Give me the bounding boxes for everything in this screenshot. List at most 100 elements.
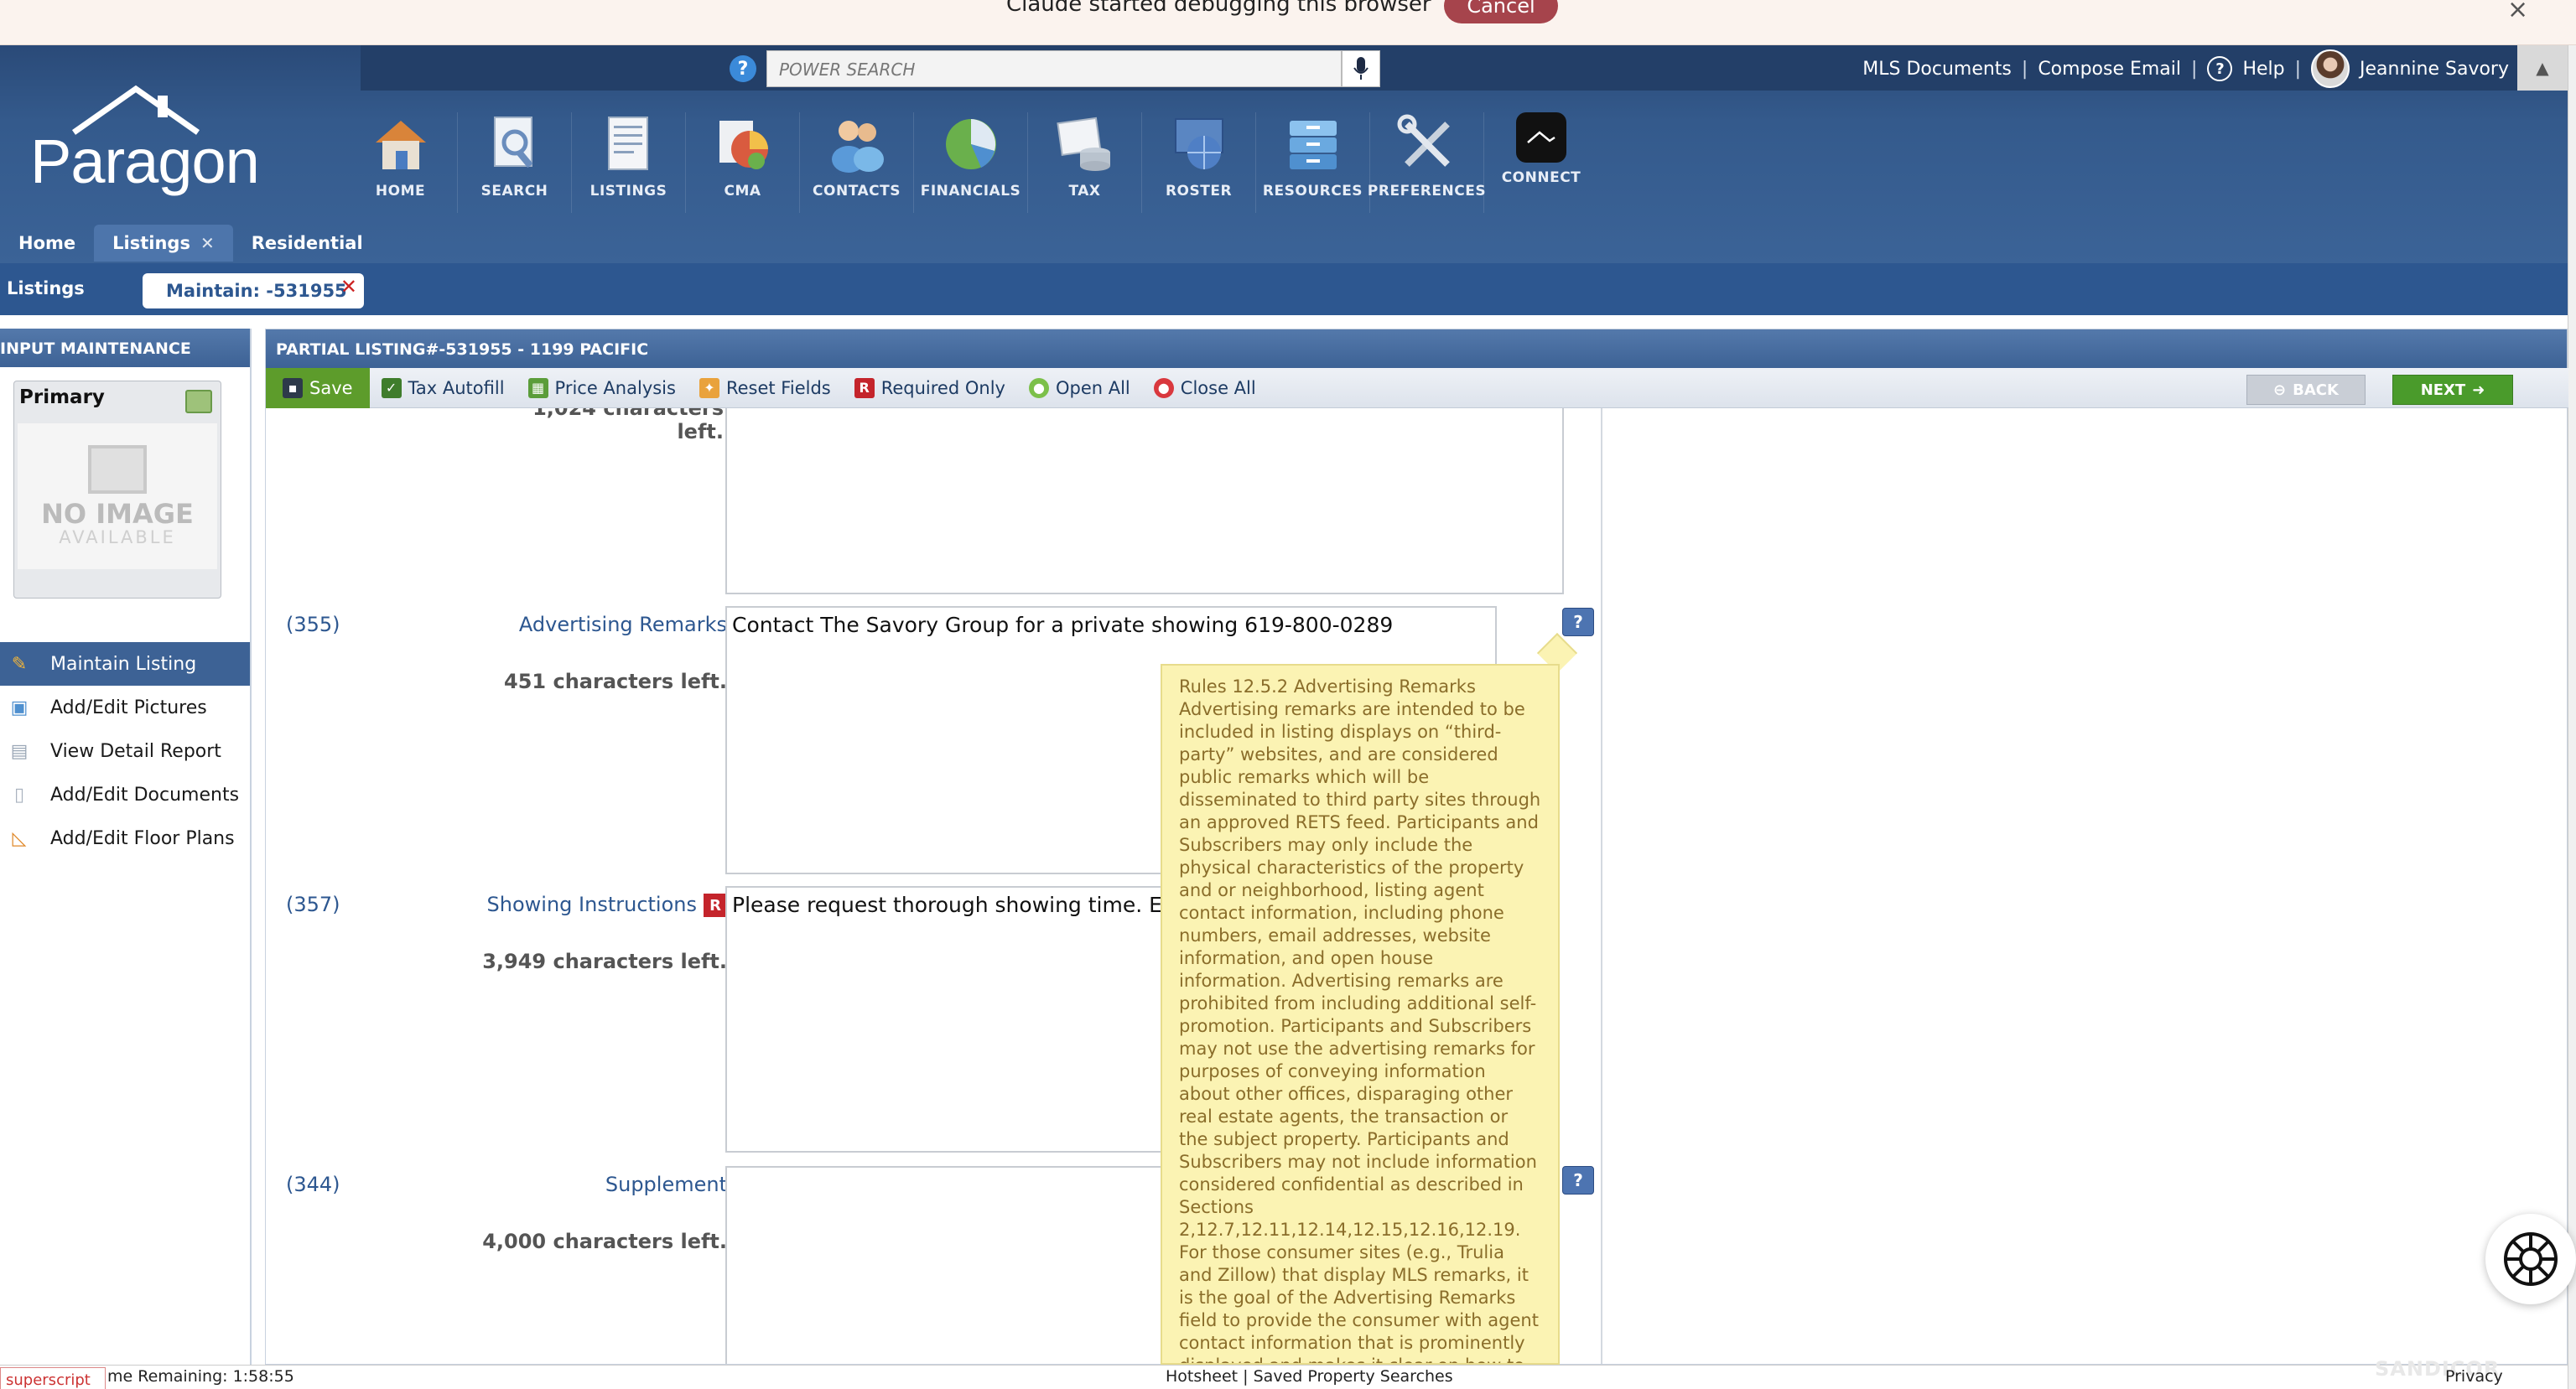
help-link[interactable]: Help xyxy=(2242,59,2284,80)
cancel-debug-button[interactable]: Cancel xyxy=(1444,0,1558,23)
help-icon[interactable]: ? xyxy=(2207,56,2233,81)
tax-autofill-button[interactable]: ✓ Tax Autofill xyxy=(370,368,517,408)
nav-contacts[interactable]: CONTACTS xyxy=(800,112,914,213)
supplement-label: Supplement xyxy=(605,1173,727,1196)
nav-resources[interactable]: RESOURCES xyxy=(1256,112,1370,213)
documents-icon: ▯ xyxy=(13,784,25,806)
listings-icon xyxy=(597,112,661,176)
required-only-label: Required Only xyxy=(880,377,1005,398)
chars-left: 451 characters left. xyxy=(504,670,727,693)
pictures-icon: ▣ xyxy=(10,697,29,718)
left-sidebar: INPUT MAINTENANCE Primary NO IMAGE AVAIL… xyxy=(0,329,252,1365)
tax-autofill-label: Tax Autofill xyxy=(408,377,505,398)
nav-search[interactable]: SEARCH xyxy=(458,112,572,213)
previous-textarea[interactable] xyxy=(725,408,1564,594)
nav-listings[interactable]: LISTINGS xyxy=(572,112,686,213)
sidebar-item-pictures[interactable]: ▣ Add/Edit Pictures xyxy=(0,686,250,729)
sidebar-item-detail-report[interactable]: ▤ View Detail Report xyxy=(0,729,250,773)
top-strip: ? POWER SEARCH MLS Documents | Compose E… xyxy=(361,45,2568,91)
microphone-icon[interactable] xyxy=(1342,50,1380,87)
back-label: BACK xyxy=(2293,381,2339,399)
tab-home[interactable]: Home xyxy=(0,225,94,262)
tab-maintain[interactable]: Maintain: -531955 ✕ xyxy=(143,273,364,308)
cma-icon xyxy=(711,112,775,176)
nav-roster[interactable]: ROSTER xyxy=(1142,112,1256,213)
help-icon[interactable]: ? xyxy=(1562,1166,1594,1195)
nav-connect[interactable]: CONNECT xyxy=(1484,112,1598,213)
nav-label: FINANCIALS xyxy=(920,183,1021,200)
nav-label: CONNECT xyxy=(1501,169,1581,186)
window-edge xyxy=(2568,45,2576,1389)
logo-text: Paragon xyxy=(30,127,260,196)
reset-fields-button[interactable]: ✦ Reset Fields xyxy=(688,368,843,408)
next-arrow-icon: ➜ xyxy=(2472,381,2485,399)
tab-listings[interactable]: Listings ✕ xyxy=(94,225,233,262)
price-analysis-button[interactable]: ▦ Price Analysis xyxy=(517,368,688,408)
close-tab-icon[interactable]: ✕ xyxy=(200,233,215,253)
sidebar-item-floor-plans[interactable]: ◺ Add/Edit Floor Plans xyxy=(0,816,250,860)
separator: | xyxy=(2191,58,2198,80)
close-all-button[interactable]: ● Close All xyxy=(1142,368,1268,408)
contacts-icon xyxy=(825,112,889,176)
showing-instructions-label: Showing Instructions R xyxy=(484,893,727,917)
sub-navigation: Listings Maintain: -531955 ✕ xyxy=(0,263,2568,315)
close-tab-icon[interactable]: ✕ xyxy=(340,275,357,298)
assistant-icon[interactable] xyxy=(2485,1214,2576,1304)
primary-label: Primary xyxy=(19,386,105,408)
field-number: (344) xyxy=(286,1173,340,1196)
price-analysis-label: Price Analysis xyxy=(554,377,676,398)
nav-label: HOME xyxy=(375,183,426,200)
add-photo-icon[interactable] xyxy=(185,390,212,413)
session-timer: me Remaining: 1:58:55 xyxy=(107,1367,294,1386)
floorplan-icon: ◺ xyxy=(12,827,27,849)
resources-icon xyxy=(1281,112,1345,176)
floppy-icon: ▪ xyxy=(283,377,303,398)
next-button[interactable]: NEXT ➜ xyxy=(2392,375,2513,405)
tab-residential[interactable]: Residential xyxy=(233,225,382,262)
user-name[interactable]: Jeannine Savory xyxy=(2360,59,2509,80)
sidebar-item-maintain-listing[interactable]: ✎ Maintain Listing xyxy=(0,642,250,686)
label-text: Showing Instructions xyxy=(486,893,697,916)
save-label: Save xyxy=(309,377,353,398)
back-arrow-icon: ⊖ xyxy=(2273,381,2287,399)
open-all-button[interactable]: ● Open All xyxy=(1017,368,1142,408)
subnav-label[interactable]: Listings xyxy=(7,278,85,298)
advertising-remarks-label: Advertising Remarks xyxy=(518,613,727,636)
separator: | xyxy=(2021,58,2028,80)
nav-home[interactable]: HOME xyxy=(344,112,458,213)
sidebar-menu: ✎ Maintain Listing ▣ Add/Edit Pictures ▤… xyxy=(0,642,250,860)
nav-label: CMA xyxy=(724,183,761,200)
power-search-input[interactable]: POWER SEARCH xyxy=(766,50,1342,87)
sidebar-item-documents[interactable]: ▯ Add/Edit Documents xyxy=(0,773,250,816)
mls-documents-link[interactable]: MLS Documents xyxy=(1862,59,2012,80)
no-image-text: NO IMAGE xyxy=(41,498,194,530)
close-icon[interactable]: × xyxy=(2507,0,2528,24)
separator: | xyxy=(2294,58,2302,80)
paragon-logo[interactable]: Paragon xyxy=(30,80,260,196)
search-icon xyxy=(483,112,547,176)
pencil-icon: ✎ xyxy=(11,653,28,675)
nav-financials[interactable]: FINANCIALS xyxy=(914,112,1028,213)
sidebar-title: INPUT MAINTENANCE xyxy=(0,329,250,367)
picture-icon xyxy=(88,445,147,494)
nav-tax[interactable]: TAX xyxy=(1028,112,1142,213)
avatar[interactable] xyxy=(2311,49,2350,88)
next-label: NEXT xyxy=(2420,381,2466,399)
required-badge: R xyxy=(704,894,727,917)
help-icon[interactable]: ? xyxy=(1562,608,1594,636)
footer-links[interactable]: Hotsheet | Saved Property Searches xyxy=(1166,1367,1453,1386)
required-only-button[interactable]: R Required Only xyxy=(843,368,1017,408)
listing-title: PARTIAL LISTING#-531955 - 1199 PACIFIC xyxy=(266,329,2567,368)
collapse-header-icon[interactable]: ▲ xyxy=(2517,45,2568,91)
compose-email-link[interactable]: Compose Email xyxy=(2038,59,2181,80)
nav-preferences[interactable]: PREFERENCES xyxy=(1368,112,1486,213)
search-help-icon[interactable]: ? xyxy=(730,55,756,82)
tab-bar: Home Listings ✕ Residential xyxy=(0,225,382,262)
nav-label: TAX xyxy=(1068,183,1101,200)
back-button[interactable]: ⊖ BACK xyxy=(2246,375,2366,405)
top-links: MLS Documents | Compose Email | ? Help |… xyxy=(1862,49,2509,88)
no-image-placeholder: NO IMAGE AVAILABLE xyxy=(18,423,217,569)
privacy-link[interactable]: Privacy xyxy=(2445,1367,2503,1386)
nav-cma[interactable]: CMA xyxy=(686,112,800,213)
save-button[interactable]: ▪ Save xyxy=(266,367,370,408)
